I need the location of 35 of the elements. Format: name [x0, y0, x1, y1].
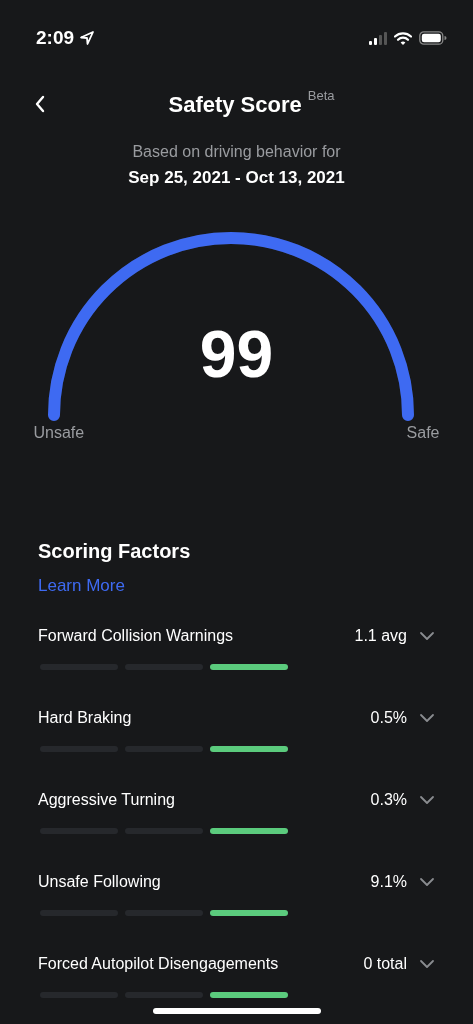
chevron-icon: [419, 795, 435, 805]
chevron-icon: [419, 877, 435, 887]
page-title: Safety Score: [168, 92, 302, 118]
section-title: Scoring Factors: [38, 540, 192, 563]
wifi-icon: [394, 31, 412, 45]
factor-value: 1.1 avg: [354, 627, 407, 645]
chevron-icon: [419, 631, 435, 641]
expand-toggle[interactable]: [419, 959, 435, 969]
safety-score: 99: [198, 316, 275, 392]
factor-name: Forward Collision Warnings: [38, 627, 235, 645]
battery-icon: [419, 31, 447, 45]
factor-name: Aggressive Turning: [38, 791, 176, 809]
learn-more-link[interactable]: Learn More: [38, 576, 125, 596]
chevron-icon: [419, 713, 435, 723]
factor-name: Forced Autopilot Disengagements: [38, 955, 280, 973]
factor-name: Hard Braking: [38, 709, 133, 727]
gauge-max-label: Safe: [406, 424, 440, 442]
chevron-icon: [419, 959, 435, 969]
status-time: 2:09: [36, 27, 75, 49]
location-arrow-icon: [79, 30, 96, 46]
period-caption: Based on driving behavior for: [131, 143, 342, 161]
factor-value: 0 total: [363, 955, 407, 973]
back-chevron-icon: [34, 95, 46, 113]
gauge-min-label: Unsafe: [33, 424, 85, 442]
beta-label: Beta: [307, 88, 335, 103]
factor-name: Unsafe Following: [38, 873, 162, 891]
signal-icon: [369, 31, 387, 45]
expand-toggle[interactable]: [419, 631, 435, 641]
factor-value: 0.3%: [370, 791, 407, 809]
factor-value: 0.5%: [370, 709, 407, 727]
expand-toggle[interactable]: [419, 877, 435, 887]
factor-value: 9.1%: [370, 873, 407, 891]
date-range: Sep 25, 2021 - Oct 13, 2021: [127, 168, 346, 188]
expand-toggle[interactable]: [419, 713, 435, 723]
expand-toggle[interactable]: [419, 795, 435, 805]
